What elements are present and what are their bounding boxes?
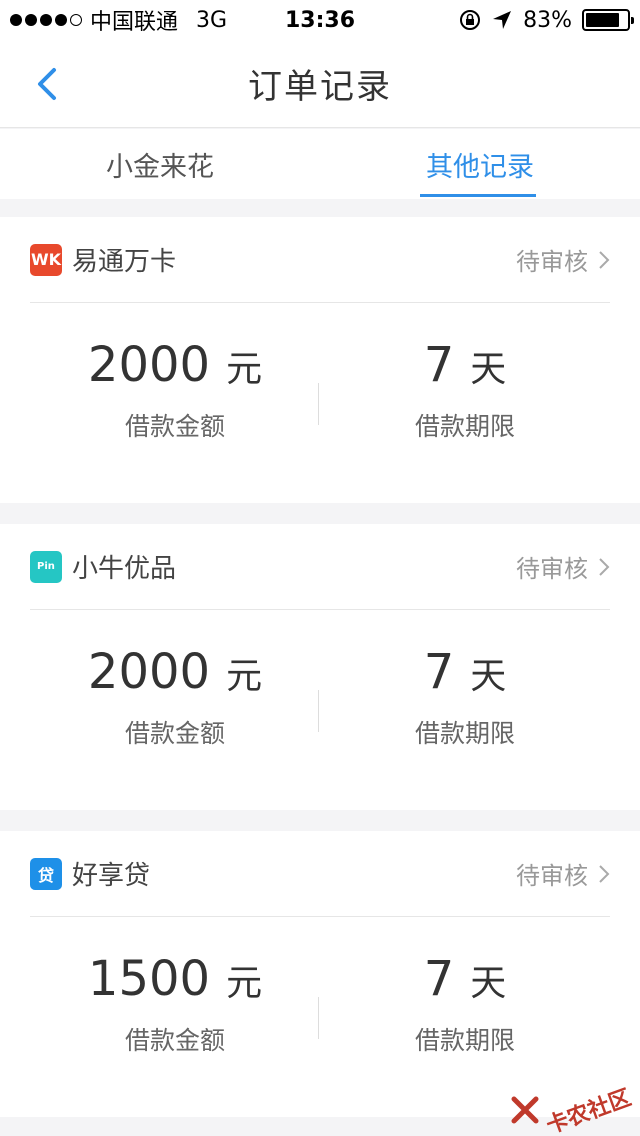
tab-xiaojin-laihua[interactable]: 小金来花 bbox=[0, 129, 320, 199]
loan-term-unit: 天 bbox=[470, 656, 507, 697]
nav-bar: 订单记录 bbox=[0, 40, 640, 128]
order-card: WK 易通万卡 待审核 2000 元 借款金额 7 天 借款期限 bbox=[0, 217, 640, 503]
order-card-header[interactable]: Pin 小牛优品 待审核 bbox=[30, 524, 610, 610]
loan-term-label: 借款期限 bbox=[414, 412, 515, 441]
order-status: 待审核 bbox=[516, 242, 610, 277]
loan-term-unit: 天 bbox=[470, 963, 507, 1004]
tab-label: 其他记录 bbox=[426, 151, 534, 183]
loan-amount-unit: 元 bbox=[226, 963, 263, 1004]
order-card-body: 1500 元 借款金额 7 天 借款期限 bbox=[30, 917, 610, 1117]
location-arrow-icon bbox=[493, 11, 512, 29]
chevron-right-icon bbox=[599, 250, 610, 269]
haoxiangdai-logo-icon: 贷 bbox=[30, 857, 62, 890]
loan-amount-label: 借款金额 bbox=[124, 412, 225, 441]
loan-amount-value: 2000 bbox=[87, 337, 211, 393]
loan-amount-label: 借款金额 bbox=[124, 719, 225, 748]
loan-amount: 1500 元 借款金额 bbox=[30, 917, 320, 1117]
yitong-wanka-logo-icon: WK bbox=[30, 243, 62, 276]
order-list: WK 易通万卡 待审核 2000 元 借款金额 7 天 借款期限 Pin 小牛优… bbox=[0, 217, 640, 1136]
loan-amount-value: 2000 bbox=[87, 644, 211, 700]
order-card: 贷 好享贷 待审核 1500 元 借款金额 7 天 借款期限 bbox=[0, 831, 640, 1117]
loan-term-label: 借款期限 bbox=[414, 1026, 515, 1055]
tab-other-records[interactable]: 其他记录 bbox=[320, 129, 640, 199]
rotation-lock-icon bbox=[460, 10, 481, 30]
community-watermark: 卡农社区 bbox=[510, 1086, 634, 1136]
battery-level bbox=[586, 13, 620, 27]
order-status: 待审核 bbox=[516, 856, 610, 891]
order-card-header[interactable]: WK 易通万卡 待审核 bbox=[30, 217, 610, 303]
signal-strength-icon bbox=[10, 14, 82, 26]
divider bbox=[318, 997, 319, 1039]
loan-amount-unit: 元 bbox=[226, 656, 263, 697]
back-chevron-icon[interactable] bbox=[28, 62, 72, 106]
loan-term-unit: 天 bbox=[470, 349, 507, 390]
carrier-name: 中国联通 bbox=[90, 10, 179, 35]
chevron-right-icon bbox=[599, 557, 610, 576]
divider bbox=[318, 690, 319, 732]
battery-icon bbox=[582, 9, 634, 31]
tab-bar: 小金来花 其他记录 bbox=[0, 129, 640, 199]
network-type: 3G bbox=[196, 7, 228, 33]
watermark-logo-icon bbox=[511, 1096, 539, 1124]
tab-label: 小金来花 bbox=[106, 151, 214, 183]
battery-percent: 83% bbox=[523, 7, 572, 33]
loan-term: 7 天 借款期限 bbox=[320, 917, 610, 1117]
loan-amount: 2000 元 借款金额 bbox=[30, 303, 320, 503]
order-card: Pin 小牛优品 待审核 2000 元 借款金额 7 天 借款期限 bbox=[0, 524, 640, 810]
loan-term-value: 7 bbox=[423, 644, 455, 700]
order-brand: 小牛优品 bbox=[72, 554, 177, 584]
status-bar: 中国联通 3G 13:36 83% bbox=[0, 0, 640, 40]
xiaoniu-youpin-logo-icon: Pin bbox=[30, 550, 62, 583]
loan-term: 7 天 借款期限 bbox=[320, 610, 610, 810]
loan-term-value: 7 bbox=[423, 951, 455, 1007]
loan-amount: 2000 元 借款金额 bbox=[30, 610, 320, 810]
chevron-right-icon bbox=[599, 864, 610, 883]
loan-term-label: 借款期限 bbox=[414, 719, 515, 748]
divider bbox=[318, 383, 319, 425]
order-brand: 易通万卡 bbox=[72, 247, 177, 277]
loan-amount-label: 借款金额 bbox=[124, 1026, 225, 1055]
loan-term-value: 7 bbox=[423, 337, 455, 393]
order-brand: 好享贷 bbox=[72, 861, 151, 891]
loan-amount-unit: 元 bbox=[226, 349, 263, 390]
order-status: 待审核 bbox=[516, 549, 610, 584]
order-card-body: 2000 元 借款金额 7 天 借款期限 bbox=[30, 610, 610, 810]
order-card-header[interactable]: 贷 好享贷 待审核 bbox=[30, 831, 610, 917]
order-card-body: 2000 元 借款金额 7 天 借款期限 bbox=[30, 303, 610, 503]
loan-amount-value: 1500 bbox=[87, 951, 211, 1007]
loan-term: 7 天 借款期限 bbox=[320, 303, 610, 503]
page-title: 订单记录 bbox=[248, 67, 392, 107]
